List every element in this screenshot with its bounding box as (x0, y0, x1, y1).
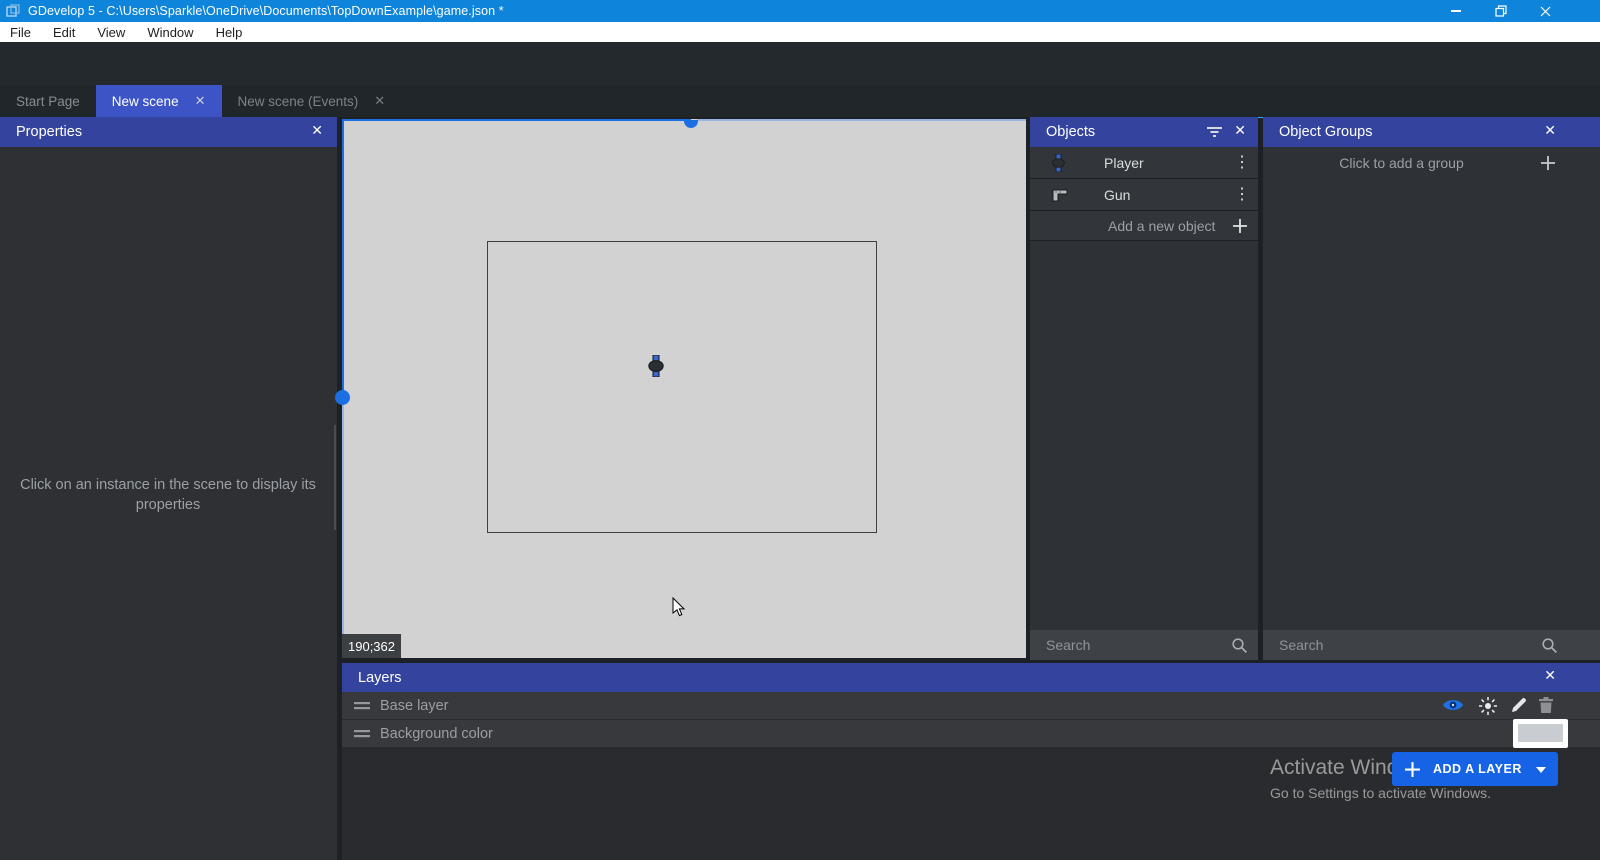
object-groups-panel: Object Groups ✕ Click to add a group (1263, 117, 1600, 660)
vertical-scrollbar[interactable] (342, 119, 344, 397)
objects-search-input[interactable] (1030, 637, 1212, 653)
player-instance[interactable] (648, 355, 664, 377)
watermark-line2: Go to Settings to activate Windows. (1270, 785, 1491, 801)
more-options-icon[interactable]: ⋮ (1234, 152, 1250, 172)
gun-thumbnail-icon (1052, 189, 1068, 202)
tab-label: New scene (112, 94, 179, 109)
layers-panel: Layers ✕ Base layer (342, 663, 1600, 860)
title-bar: GDevelop 5 - C:\Users\Sparkle\OneDrive\D… (0, 0, 1600, 22)
menu-window[interactable]: Window (143, 25, 197, 40)
panel-title: Properties (16, 124, 82, 140)
close-icon[interactable]: ✕ (311, 122, 323, 139)
delete-layer-trash-icon[interactable] (1538, 696, 1554, 714)
object-name: Gun (1104, 187, 1130, 203)
close-button[interactable] (1523, 0, 1568, 22)
plus-icon (1404, 761, 1421, 778)
add-layer-label: ADD A LAYER (1433, 762, 1522, 776)
chevron-down-icon[interactable] (1536, 767, 1546, 773)
gdevelop-logo-icon (6, 4, 20, 18)
drag-handle-icon[interactable] (354, 702, 370, 710)
tab-close-icon[interactable]: ✕ (374, 93, 385, 109)
edit-layer-pencil-icon[interactable] (1510, 696, 1528, 714)
layer-name: Background color (380, 726, 493, 742)
panel-title: Objects (1046, 124, 1095, 140)
panel-title: Layers (358, 670, 402, 686)
search-icon (1231, 637, 1248, 654)
add-group-row[interactable]: Click to add a group (1263, 147, 1600, 179)
toolbar: 1:1 (0, 42, 1600, 85)
plus-icon[interactable] (1540, 155, 1556, 171)
groups-list-empty-area (1263, 179, 1600, 630)
objects-panel-header: Objects ✕ (1030, 117, 1258, 147)
menu-edit[interactable]: Edit (49, 25, 79, 40)
groups-search-input[interactable] (1263, 637, 1533, 653)
more-options-icon[interactable]: ⋮ (1234, 184, 1250, 204)
close-icon[interactable]: ✕ (1544, 667, 1556, 684)
object-name: Player (1104, 155, 1144, 171)
horizontal-scrollbar-track[interactable] (697, 119, 1026, 121)
object-row-gun[interactable]: Gun ⋮ (1030, 179, 1258, 211)
vertical-scrollbar-track[interactable] (342, 397, 344, 658)
properties-panel-header: Properties ✕ (0, 117, 337, 147)
scene-editor-canvas[interactable]: 190;362 (342, 119, 1026, 658)
mouse-cursor (672, 597, 686, 617)
layer-row-base[interactable]: Base layer (342, 692, 1600, 720)
plus-icon[interactable] (1232, 218, 1248, 234)
editor-tabs: Start Page New scene ✕ New scene (Events… (0, 85, 1600, 117)
scrollbar[interactable] (334, 425, 336, 530)
panel-title: Object Groups (1279, 124, 1373, 140)
menu-view[interactable]: View (93, 25, 129, 40)
tab-new-scene-events[interactable]: New scene (Events) ✕ (222, 85, 402, 117)
tab-label: Start Page (16, 94, 80, 109)
layer-effects-icon[interactable] (1478, 696, 1498, 716)
object-row-player[interactable]: Player ⋮ (1030, 147, 1258, 179)
window-title: GDevelop 5 - C:\Users\Sparkle\OneDrive\D… (28, 4, 504, 18)
search-icon (1541, 637, 1558, 654)
player-thumbnail-icon (1052, 154, 1065, 172)
vertical-scrollbar-handle[interactable] (335, 390, 350, 405)
menu-bar: File Edit View Window Help (0, 22, 1600, 42)
tab-new-scene[interactable]: New scene ✕ (96, 85, 222, 117)
add-group-label: Click to add a group (1263, 155, 1540, 171)
close-icon[interactable]: ✕ (1234, 122, 1246, 139)
filter-icon[interactable] (1207, 126, 1222, 138)
menu-file[interactable]: File (6, 25, 35, 40)
tab-label: New scene (Events) (238, 94, 359, 109)
tab-close-icon[interactable]: ✕ (195, 93, 206, 109)
tab-start-page[interactable]: Start Page (0, 85, 96, 117)
groups-search-row (1263, 630, 1600, 660)
background-color-swatch[interactable] (1513, 719, 1568, 748)
add-object-row[interactable]: Add a new object (1030, 211, 1258, 241)
close-icon (1540, 6, 1551, 17)
horizontal-scrollbar-handle[interactable] (684, 120, 698, 128)
minimize-icon (1451, 10, 1461, 12)
drag-handle-icon[interactable] (354, 730, 370, 738)
game-window-bounds (487, 241, 877, 533)
window-controls (1433, 0, 1568, 22)
objects-list-empty-area (1030, 241, 1258, 630)
minimize-button[interactable] (1433, 0, 1478, 22)
layer-row-background-color[interactable]: Background color (342, 720, 1600, 748)
add-layer-button[interactable]: ADD A LAYER (1392, 752, 1558, 786)
background-color-value (1518, 724, 1563, 742)
horizontal-scrollbar[interactable] (342, 119, 691, 121)
gdevelop-window: GDevelop 5 - C:\Users\Sparkle\OneDrive\D… (0, 0, 1600, 860)
add-object-label: Add a new object (1108, 218, 1215, 234)
restore-icon (1495, 5, 1507, 17)
properties-panel: Properties ✕ Click on an instance in the… (0, 117, 337, 860)
object-groups-panel-header: Object Groups ✕ (1263, 117, 1600, 147)
layer-name: Base layer (380, 698, 449, 714)
close-icon[interactable]: ✕ (1544, 122, 1556, 139)
layers-panel-header: Layers ✕ (342, 663, 1600, 692)
restore-button[interactable] (1478, 0, 1523, 22)
visibility-eye-icon[interactable] (1442, 696, 1464, 714)
objects-search-row (1030, 630, 1258, 660)
cursor-coordinates-badge: 190;362 (342, 634, 401, 658)
properties-empty-message: Click on an instance in the scene to dis… (18, 475, 318, 515)
objects-panel: Objects ✕ Player ⋮ Gun ⋮ (1030, 117, 1258, 660)
menu-help[interactable]: Help (212, 25, 247, 40)
